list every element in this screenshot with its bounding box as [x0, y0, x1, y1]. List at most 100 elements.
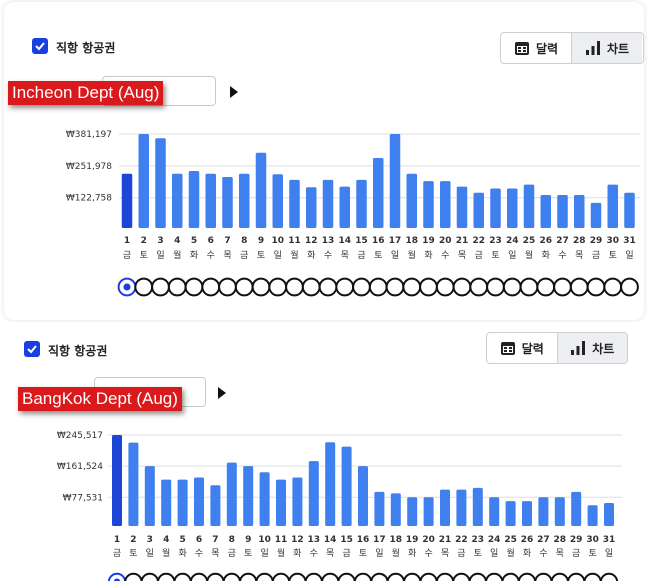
bar [121, 173, 133, 228]
day-selector-dot[interactable] [288, 572, 307, 581]
day-selector-dot[interactable] [184, 277, 204, 297]
day-selector-dot[interactable] [519, 277, 539, 297]
day-selector-dot[interactable] [201, 277, 221, 297]
day-selector-dot[interactable] [452, 572, 471, 581]
day-selector-dot[interactable] [550, 572, 569, 581]
x-tick-label: 26 [521, 535, 534, 545]
day-selector-dot[interactable] [337, 572, 356, 581]
day-selector-dot[interactable] [402, 277, 422, 297]
bar [308, 461, 319, 526]
day-selector-dot[interactable] [255, 572, 274, 581]
day-selector-dot[interactable] [370, 572, 389, 581]
day-selector-dot[interactable] [583, 572, 602, 581]
weekday-label: 토 [609, 251, 617, 261]
bar [423, 181, 434, 228]
x-tick-label: 2 [130, 535, 136, 545]
bar [306, 187, 317, 228]
day-selector-dot[interactable] [353, 572, 373, 581]
day-selector-dot[interactable] [485, 572, 504, 581]
day-selector-dot[interactable] [271, 572, 291, 581]
day-selector-dot[interactable] [385, 277, 405, 297]
day-selector-dot[interactable] [517, 572, 537, 581]
day-selector-dot[interactable] [173, 572, 192, 581]
weekday-label: 일 [490, 548, 498, 559]
day-selector-dot[interactable] [419, 572, 438, 581]
bar [325, 442, 336, 526]
day-selector-dot[interactable] [189, 572, 209, 581]
bar [188, 171, 200, 228]
day-selector-dot[interactable] [553, 277, 572, 297]
x-tick-label: 27 [556, 236, 569, 246]
day-selector-dot[interactable] [151, 277, 170, 297]
bar [423, 497, 434, 526]
weekday-label: 목 [556, 548, 564, 559]
weekday-label: 일 [260, 548, 268, 559]
weekday-label: 월 [290, 249, 298, 261]
day-selector-dot[interactable] [534, 572, 553, 581]
bar [259, 472, 270, 526]
day-selector-dot[interactable] [352, 277, 371, 297]
weekday-label: 목 [458, 250, 466, 261]
day-selector-dot[interactable] [234, 277, 254, 297]
day-selector-dot[interactable] [239, 572, 258, 581]
day-selector-dot[interactable] [567, 572, 586, 581]
weekday-label: 토 [140, 251, 148, 261]
day-selector-dot[interactable] [124, 572, 143, 581]
weekday-label: 토 [588, 549, 596, 559]
weekday-label: 금 [592, 250, 600, 261]
day-selector-dot[interactable] [486, 277, 505, 297]
weekday-label: 목 [211, 548, 219, 559]
day-selector-dot[interactable] [452, 277, 472, 297]
weekday-label: 토 [244, 549, 252, 559]
bar [390, 493, 401, 526]
day-selector-dot[interactable] [321, 572, 340, 581]
day-selector-dot[interactable] [586, 277, 606, 297]
x-tick-label: 25 [523, 236, 536, 246]
day-selector-dot[interactable] [599, 572, 619, 581]
day-selector-dot[interactable] [468, 572, 487, 581]
day-selector-dot[interactable] [435, 572, 455, 581]
day-selector-dot[interactable] [435, 277, 455, 297]
day-selector-dot[interactable] [620, 277, 639, 297]
x-tick-label: 17 [389, 236, 402, 246]
day-selector-dot[interactable] [304, 572, 323, 581]
day-selector-dot[interactable] [301, 277, 321, 297]
weekday-label: 금 [475, 250, 483, 261]
bar [155, 138, 166, 228]
day-selector-dot[interactable] [140, 572, 159, 581]
x-tick-label: 8 [241, 236, 247, 246]
day-selector-dot[interactable] [222, 572, 241, 581]
day-selector-dot[interactable] [335, 277, 355, 297]
day-selector-dot[interactable] [368, 277, 388, 297]
day-selector-dot[interactable] [469, 277, 489, 297]
weekday-label: 수 [324, 250, 332, 261]
day-selector-dot[interactable] [501, 572, 520, 581]
x-tick-label: 18 [405, 236, 418, 246]
day-selector-dot[interactable] [251, 277, 271, 297]
day-selector-dot[interactable] [603, 277, 623, 297]
day-selector-dot[interactable] [502, 277, 522, 297]
x-tick-label: 19 [422, 236, 435, 246]
day-selector-dot[interactable] [157, 572, 176, 581]
bar [389, 134, 401, 228]
x-tick-label: 25 [504, 535, 517, 545]
bar [440, 181, 451, 228]
day-selector-dot[interactable] [318, 277, 338, 297]
day-selector-dot[interactable] [285, 277, 304, 297]
day-selector-dot[interactable] [386, 572, 405, 581]
day-selector-dot[interactable] [268, 277, 288, 297]
day-selector-dot[interactable] [403, 572, 422, 581]
day-selector-dot[interactable] [134, 277, 154, 297]
day-selector-dot[interactable] [569, 277, 589, 297]
day-selector-dot[interactable] [167, 277, 187, 297]
bar [292, 477, 303, 526]
day-selector-dot[interactable] [206, 572, 225, 581]
bar [557, 194, 568, 228]
day-selector-dot[interactable] [419, 277, 438, 297]
day-selector-dot[interactable] [218, 277, 237, 297]
day-selector-dot[interactable] [536, 277, 556, 297]
bar [339, 186, 350, 228]
x-tick-label: 30 [586, 535, 599, 545]
weekday-label: 일 [156, 250, 164, 261]
weekday-label: 수 [310, 548, 318, 559]
